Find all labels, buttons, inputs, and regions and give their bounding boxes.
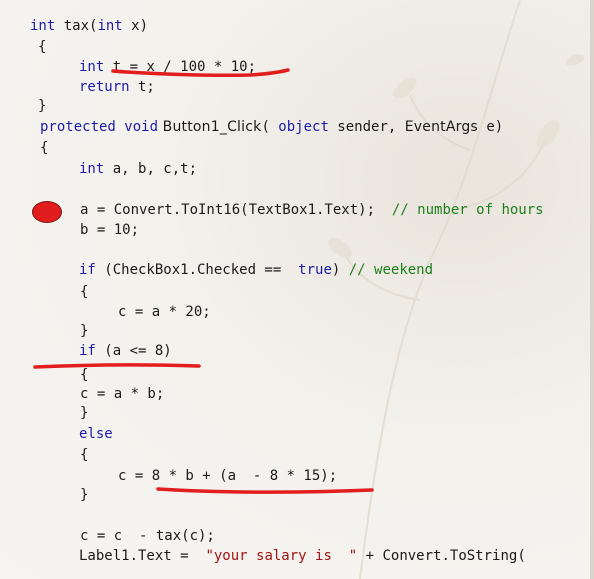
code-line-close-brace: } <box>80 323 89 339</box>
code-line-if-hours: if (a <= 8) <box>79 342 172 360</box>
code-comment: // weekend <box>340 262 434 278</box>
code-line-tax-signature: int tax(int x) <box>30 17 148 35</box>
code-text: + Convert.ToString( <box>357 548 526 564</box>
underline-else-expression <box>156 487 374 494</box>
type-name: EventArgs <box>404 119 478 135</box>
keyword: void <box>115 119 159 135</box>
code-line-close-brace: } <box>80 405 89 421</box>
code-text: e) <box>477 119 504 135</box>
keyword: true <box>298 262 332 278</box>
code-text: a = Convert.ToInt16(TextBox1.Text); <box>80 202 376 218</box>
breakpoint-icon[interactable] <box>32 201 62 223</box>
keyword: int <box>79 161 105 177</box>
keyword: return <box>79 79 130 95</box>
keyword: int <box>79 59 105 75</box>
string-literal: "your salary is " <box>197 548 358 564</box>
code-line-open-brace: { <box>40 140 49 156</box>
code-line-assign-b: b = 10; <box>80 222 140 238</box>
keyword: int <box>97 18 123 34</box>
code-line-overtime-calc: c = 8 * b + (a - 8 * 15); <box>118 468 338 484</box>
keyword: else <box>79 426 113 442</box>
code-text: t; <box>129 79 155 95</box>
code-line-tax-assignment: int t = x / 100 * 10; <box>79 58 256 76</box>
code-text: (CheckBox1.Checked == <box>95 262 299 278</box>
code-text: x) <box>122 18 149 34</box>
code-line-declarations: int a, b, c,t; <box>79 160 197 178</box>
keyword: object <box>278 119 329 135</box>
code-line-open-brace: { <box>80 447 89 463</box>
code-text: t = x / 100 * 10; <box>104 59 257 75</box>
code-comment: // number of hours <box>375 202 544 218</box>
code-text: (a <= 8) <box>95 343 172 359</box>
screenshot-frame: int tax(int x) { int t = x / 100 * 10; r… <box>0 0 594 579</box>
code-line-open-brace: { <box>80 284 89 300</box>
code-text: a, b, c,t; <box>104 161 198 177</box>
code-line-label-output: Label1.Text = "your salary is " + Conver… <box>79 547 526 565</box>
code-line-subtract-tax: c = c - tax(c); <box>80 528 215 544</box>
code-line-return: return t; <box>79 78 155 96</box>
code-line-open-brace: { <box>38 39 47 55</box>
code-line-if-checkbox: if (CheckBox1.Checked == true) // weeken… <box>79 261 433 279</box>
code-line-button-click-signature: protected void Button1_Click( object sen… <box>40 118 503 136</box>
code-text: sender, <box>328 119 405 135</box>
code-line-else: else <box>79 425 113 443</box>
code-line-open-brace: { <box>80 367 89 383</box>
code-line-weekend-calc: c = a * 20; <box>118 304 211 320</box>
code-text: Label1.Text = <box>79 548 198 564</box>
keyword: protected <box>40 119 116 135</box>
code-line-close-brace: } <box>80 487 89 503</box>
code-text: ( <box>261 119 279 135</box>
keyword: if <box>79 343 96 359</box>
method-name: Button1_Click <box>158 119 262 135</box>
code-line-convert-input: a = Convert.ToInt16(TextBox1.Text); // n… <box>80 201 544 219</box>
underline-if-condition <box>33 363 201 369</box>
keyword: int <box>30 18 56 34</box>
code-line-close-brace: } <box>38 98 47 114</box>
code-line-regular-calc: c = a * b; <box>80 386 165 402</box>
keyword: if <box>79 262 96 278</box>
code-text: tax( <box>55 18 98 34</box>
